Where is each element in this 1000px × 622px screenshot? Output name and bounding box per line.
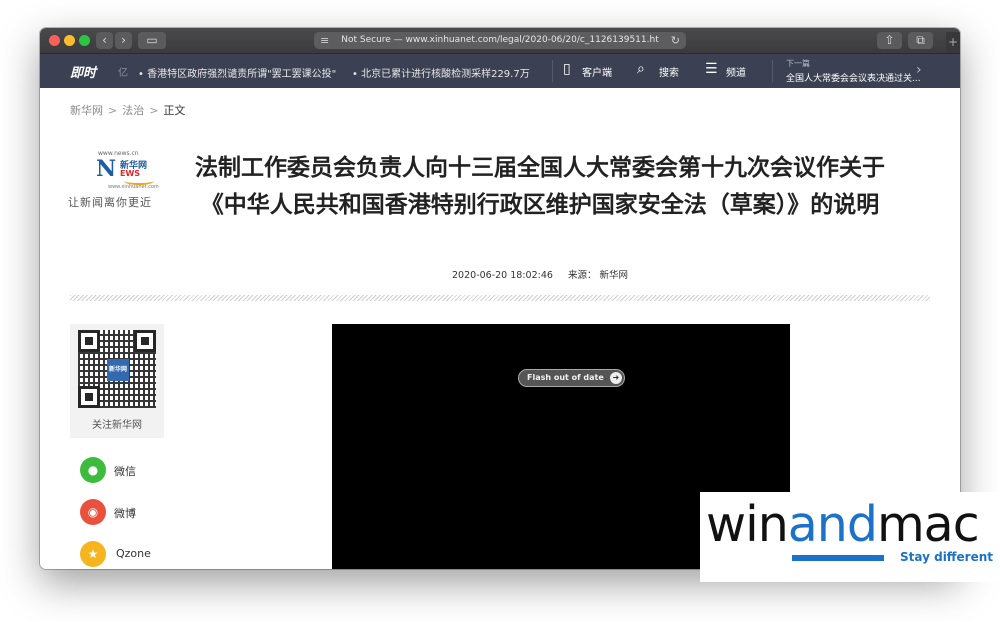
phone-icon: ▯ [563, 61, 571, 77]
back-button[interactable]: ‹ [96, 32, 113, 49]
sidebar-icon: ▭ [146, 33, 158, 47]
qr-label: 关注新华网 [92, 420, 142, 431]
share-label: Qzone [116, 547, 151, 560]
share-label: 微信 [114, 465, 136, 478]
watermark-tagline: Stay different [900, 550, 994, 564]
browser-window: ‹ › ▭ ≡ Not Secure — www.xinhuanet.com/l… [40, 28, 960, 569]
logo-slogan: 让新闻离你更近 [68, 196, 152, 209]
tabs-button[interactable]: ⧉ [908, 32, 933, 49]
nav-divider [552, 60, 553, 82]
site-nav-bar: 即时 亿 • 香港特区政府强烈谴责所谓"罢工罢课公投" • 北京已累计进行核酸检… [40, 54, 960, 88]
chevron-left-icon: ‹ [102, 33, 107, 47]
qr-finder [134, 330, 156, 352]
next-article-link[interactable]: 全国人大常委会会议表决通过关... [786, 71, 921, 84]
menu-icon[interactable]: ☰ [705, 61, 718, 77]
article-title: 法制工作委员会负责人向十三届全国人大常委会第十九次会议作关于《中华人民共和国香港… [195, 155, 885, 218]
qr-finder [78, 386, 100, 408]
next-article-label: 下一篇 [786, 59, 810, 68]
share-label: 微博 [114, 507, 136, 520]
browser-toolbar: ‹ › ▭ ≡ Not Secure — www.xinhuanet.com/l… [40, 28, 960, 54]
article-source: 来源： 新华网 [567, 270, 628, 281]
forward-button[interactable]: › [115, 32, 132, 49]
arrow-right-icon: ➜ [609, 372, 622, 384]
reload-icon[interactable]: ↻ [671, 32, 680, 49]
search-icon[interactable]: ⌕ [637, 61, 645, 77]
watermark-text: winandmac [706, 496, 980, 553]
qr-code-panel: 新华网 关注新华网 [70, 324, 164, 438]
minimize-window-button[interactable] [64, 35, 75, 46]
share-icon: ⇧ [884, 33, 895, 47]
breadcrumb-section[interactable]: 法治 [122, 104, 144, 117]
nav-item-channels[interactable]: 频道 [726, 64, 746, 79]
weibo-icon: ◉ [80, 499, 106, 525]
logo-letter: N [96, 156, 117, 182]
share-button[interactable]: ⇧ [877, 32, 902, 49]
watermark-logo: winandmac Stay different [700, 492, 1000, 582]
zoom-window-button[interactable] [79, 35, 90, 46]
qr-code: 新华网 [78, 330, 156, 408]
breadcrumb-home[interactable]: 新华网 [70, 104, 103, 117]
nav-divider [772, 60, 773, 82]
address-bar[interactable]: ≡ Not Secure — www.xinhuanet.com/legal/2… [314, 32, 686, 49]
close-window-button[interactable] [49, 35, 60, 46]
url-text: Not Secure — www.xinhuanet.com/legal/202… [341, 35, 659, 45]
site-logo-secondary: 亿 [118, 68, 128, 79]
watermark-win: win [706, 496, 789, 553]
nav-item-search[interactable]: 搜索 [659, 64, 679, 79]
tabs-icon: ⧉ [916, 33, 925, 47]
site-logo[interactable]: 即时 [70, 62, 96, 81]
chevron-right-icon[interactable]: › [916, 62, 922, 78]
qzone-icon: ★ [80, 541, 106, 567]
article-date: 2020-06-20 18:02:46 [452, 270, 553, 281]
logo-url: www.xinhuanet.com [108, 184, 159, 190]
flash-message: Flash out of date [527, 373, 604, 382]
watermark-underline [792, 555, 884, 561]
new-tab-button[interactable]: + [946, 32, 960, 53]
ticker-item[interactable]: • 北京已累计进行核酸检测采样229.7万 [352, 65, 550, 80]
qr-center-logo: 新华网 [107, 359, 129, 381]
xinhua-logo[interactable]: www.news.cn N 新华网 EWS www.xinhuanet.com … [68, 146, 168, 209]
hatched-divider [70, 295, 930, 301]
watermark-mac: mac [876, 496, 980, 553]
flash-out-of-date-button[interactable]: Flash out of date ➜ [518, 369, 625, 387]
nav-item-client[interactable]: 客户端 [582, 64, 612, 79]
wechat-icon: ● [80, 457, 106, 483]
sidebar-button[interactable]: ▭ [138, 32, 166, 49]
watermark-and: and [787, 496, 878, 553]
breadcrumb-separator: > [149, 104, 159, 117]
article-meta: 2020-06-20 18:02:46 来源： 新华网 [180, 267, 900, 281]
breadcrumb-separator: > [108, 104, 118, 117]
breadcrumb: 新华网 > 法治 > 正文 [70, 102, 185, 118]
breadcrumb-current: 正文 [163, 104, 186, 117]
chevron-right-icon: › [121, 33, 126, 47]
ticker-item[interactable]: • 香港特区政府强烈谴责所谓"罢工罢课公投" [138, 65, 336, 80]
qr-finder [78, 330, 100, 352]
